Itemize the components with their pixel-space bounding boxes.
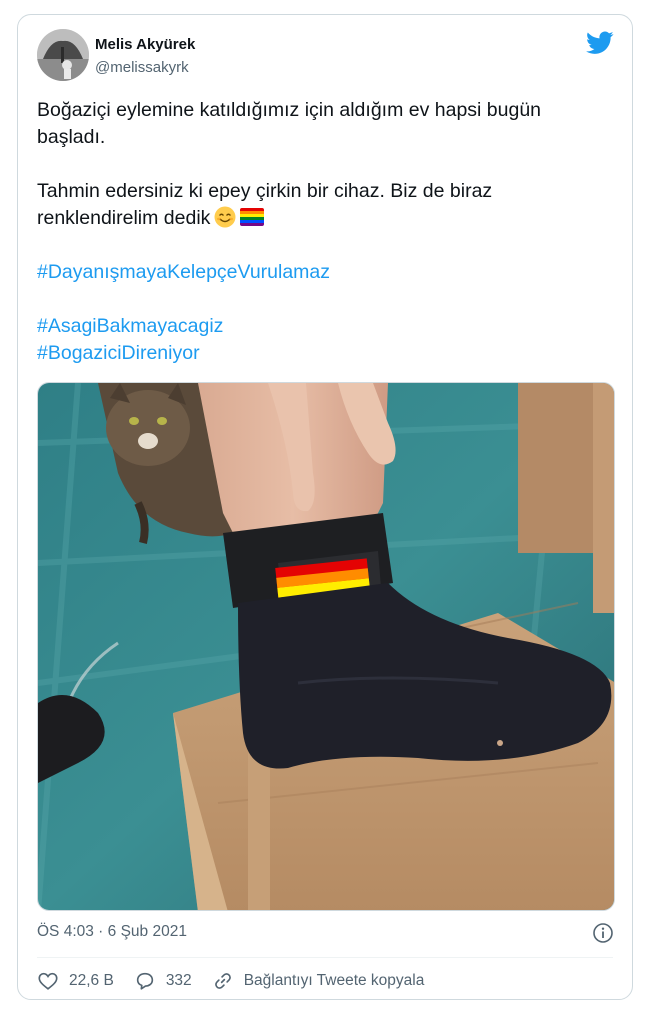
tweet-paragraph-1: Boğaziçi eylemine katıldığımız için aldı…	[37, 97, 612, 151]
tweet-timestamp[interactable]: ÖS 4:03 · 6 Şub 2021	[37, 923, 187, 941]
like-count: 22,6 B	[69, 972, 114, 989]
tweet-text-line: Boğaziçi eylemine katıldığımız için aldı…	[37, 99, 542, 121]
hashtag-link[interactable]: #DayanışmayaKelepçeVurulamaz	[37, 259, 612, 286]
tweet-text-line: Tahmin edersiniz ki epey çirkin bir ciha…	[37, 180, 493, 202]
avatar[interactable]	[37, 29, 89, 81]
copy-link-label: Bağlantıyı Tweete kopyala	[243, 972, 425, 989]
twitter-bird-icon[interactable]	[586, 31, 614, 55]
reply-button[interactable]: 332	[134, 970, 192, 992]
copy-link-button[interactable]: Bağlantıyı Tweete kopyala	[212, 970, 425, 992]
tweet-text-line: renklendirelim dedik	[37, 205, 612, 232]
divider	[37, 957, 613, 958]
reply-icon	[136, 972, 153, 990]
tweet-actions: 22,6 B 332 Bağlantıyı Tweete kopyala	[37, 969, 444, 993]
hashtag-link[interactable]: #BogaziciDireniyor	[37, 340, 612, 367]
tweet-text-segment: renklendirelim dedik	[37, 207, 211, 229]
tweet-paragraph-2: Tahmin edersiniz ki epey çirkin bir ciha…	[37, 178, 612, 232]
smiling-face-emoji-icon	[214, 206, 236, 228]
tweet-card: Melis Akyürek @melissakyrk Boğaziçi eyle…	[17, 14, 633, 1000]
rainbow-flag-emoji-icon	[240, 208, 265, 226]
reply-count: 332	[165, 972, 192, 989]
tweet-text-line: başladı.	[37, 126, 106, 148]
author-handle[interactable]: @melissakyrk	[95, 59, 189, 76]
heart-icon	[38, 972, 58, 990]
tweet-photo[interactable]	[37, 382, 615, 911]
info-icon[interactable]	[592, 922, 614, 944]
link-icon	[214, 973, 231, 989]
like-button[interactable]: 22,6 B	[37, 970, 114, 992]
hashtag-link[interactable]: #AsagiBakmayacagiz	[37, 313, 612, 340]
author-name[interactable]: Melis Akyürek	[95, 36, 195, 53]
